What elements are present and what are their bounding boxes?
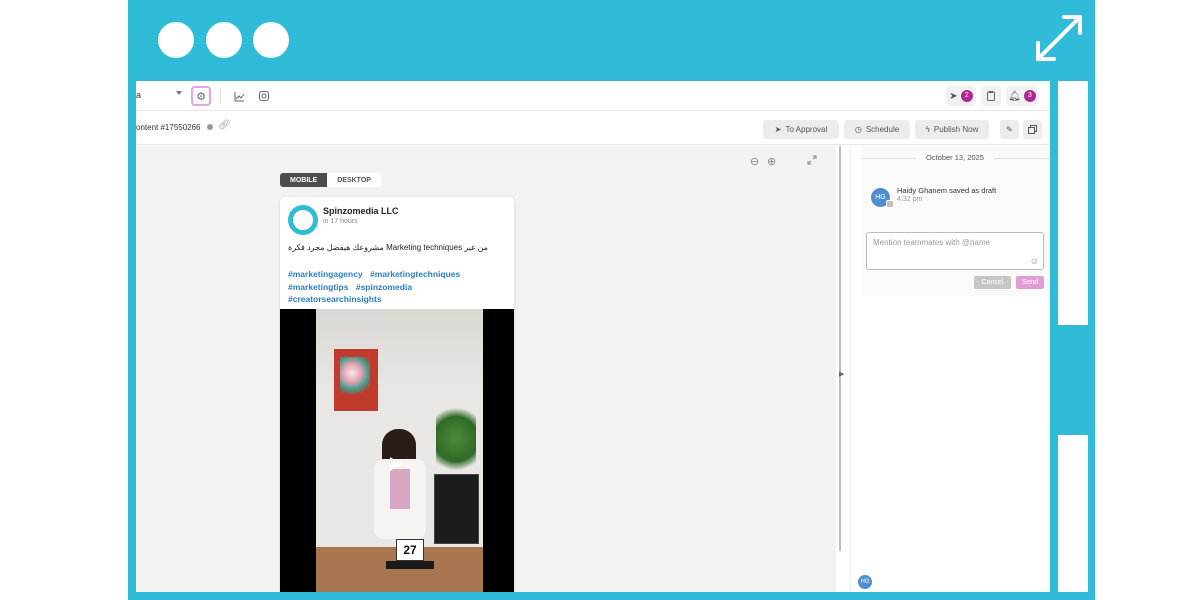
hashtag[interactable]: #marketingtechniques — [370, 269, 460, 279]
hashtag-list: #marketingagency #marketingtechniques #m… — [288, 268, 508, 306]
tab-mobile[interactable]: MOBILE — [280, 173, 328, 187]
activity-date: October 13, 2025 — [916, 153, 994, 162]
panel-scrollbar[interactable] — [839, 146, 841, 551]
flip-counter: 27 — [396, 539, 424, 561]
clipboard-icon[interactable] — [981, 86, 1001, 106]
chevron-right-icon[interactable]: ▶ — [839, 370, 844, 378]
window-dot-1 — [158, 22, 194, 58]
send-icon: ➤ — [774, 125, 782, 134]
video-preview[interactable]: 27 — [280, 309, 514, 592]
to-approval-label: To Approval — [785, 125, 828, 134]
schedule-label: Schedule — [865, 125, 900, 134]
schedule-button[interactable]: ◷ Schedule — [844, 120, 910, 139]
plant — [436, 399, 476, 479]
tv-screen — [434, 474, 479, 544]
window-dot-3 — [253, 22, 289, 58]
activity-feed: October 13, 2025 HG Haidy Ghanem saved a… — [861, 146, 1050, 296]
clock-icon: ◷ — [854, 125, 862, 134]
gear-icon[interactable]: ⚙ — [191, 86, 211, 106]
side-panel-strip-top — [1058, 81, 1088, 325]
analytics-icon[interactable] — [229, 86, 249, 106]
page-avatar — [288, 205, 318, 235]
send-button[interactable]: Send — [1016, 276, 1044, 289]
zoom-in-icon[interactable]: ⊕ — [767, 155, 776, 168]
approvals-button[interactable]: ➤ 2 — [946, 86, 976, 106]
activity-time: 4:32 pm — [897, 196, 923, 203]
hashtag[interactable]: #creatorsearchinsights — [288, 294, 382, 304]
person-top — [390, 469, 410, 509]
approvals-badge: 2 — [960, 90, 973, 102]
activity-text: Haidy Ghanem saved as draft — [897, 186, 997, 195]
comment-placeholder: Mention teammates with @name — [873, 238, 991, 247]
side-panel-strip-bottom — [1058, 435, 1088, 592]
hashtag[interactable]: #spinzomedia — [356, 282, 412, 292]
video-frame: 27 — [316, 309, 483, 592]
zoom-out-icon[interactable]: ⊖ — [750, 155, 759, 168]
comment-input[interactable]: Mention teammates with @name ☺ — [866, 232, 1044, 270]
fullscreen-icon[interactable] — [807, 155, 817, 165]
app-window: a ⚙ ➤ 2 🔔︎ 3 ontent #17550266 🔗︎ ➤ To App… — [136, 81, 1050, 592]
activity-panel: October 13, 2025 HG Haidy Ghanem saved a… — [850, 146, 1050, 592]
preview-canvas: ⊖ ⊕ MOBILE DESKTOP Spinzomedia LLC in 17… — [136, 146, 836, 592]
counter-base — [386, 561, 434, 569]
notifications-button[interactable]: 🔔︎ 3 — [1006, 86, 1038, 106]
publish-now-button[interactable]: ϟ Publish Now — [915, 120, 989, 139]
post-preview-card: Spinzomedia LLC in 17 hours مشروعك هيفضل… — [280, 197, 514, 592]
content-header: ontent #17550266 🔗︎ ➤ To Approval ◷ Schedu… — [136, 111, 1050, 145]
hashtag[interactable]: #marketingagency — [288, 269, 363, 279]
play-icon[interactable] — [389, 456, 403, 472]
to-approval-button[interactable]: ➤ To Approval — [763, 120, 839, 139]
send-icon: ➤ — [949, 90, 958, 102]
instagram-icon[interactable] — [254, 86, 274, 106]
chevron-down-icon[interactable] — [176, 91, 182, 95]
duplicate-icon[interactable] — [1023, 120, 1042, 139]
expand-icon[interactable] — [1034, 13, 1084, 63]
toolbar-divider — [220, 88, 221, 104]
top-toolbar: a ⚙ ➤ 2 🔔︎ 3 — [136, 81, 1050, 111]
edit-icon[interactable]: ✎ — [1000, 120, 1019, 139]
wall-painting — [334, 349, 378, 411]
publish-now-label: Publish Now — [933, 125, 979, 134]
draft-icon — [886, 200, 894, 208]
cancel-button[interactable]: Cancel — [974, 276, 1011, 289]
content-id: ontent #17550266 — [136, 123, 201, 132]
preview-mode-toggle: MOBILE DESKTOP — [280, 173, 381, 187]
lightning-icon: ϟ — [925, 125, 930, 134]
window-dot-2 — [206, 22, 242, 58]
avatar: HG — [858, 575, 872, 589]
hashtag[interactable]: #marketingtips — [288, 282, 348, 292]
emoji-icon[interactable]: ☺ — [1030, 256, 1039, 266]
bell-icon: 🔔︎ — [1008, 90, 1021, 102]
status-dot — [207, 124, 213, 130]
post-time: in 17 hours — [323, 218, 358, 225]
page-name: Spinzomedia LLC — [323, 206, 399, 216]
link-icon[interactable]: 🔗︎ — [218, 120, 231, 131]
workspace-select[interactable]: a — [136, 90, 141, 100]
post-caption: مشروعك هيفضل مجرد فكرة Marketing techniq… — [288, 243, 488, 252]
notifications-badge: 3 — [1023, 90, 1036, 102]
tab-desktop[interactable]: DESKTOP — [327, 173, 381, 187]
